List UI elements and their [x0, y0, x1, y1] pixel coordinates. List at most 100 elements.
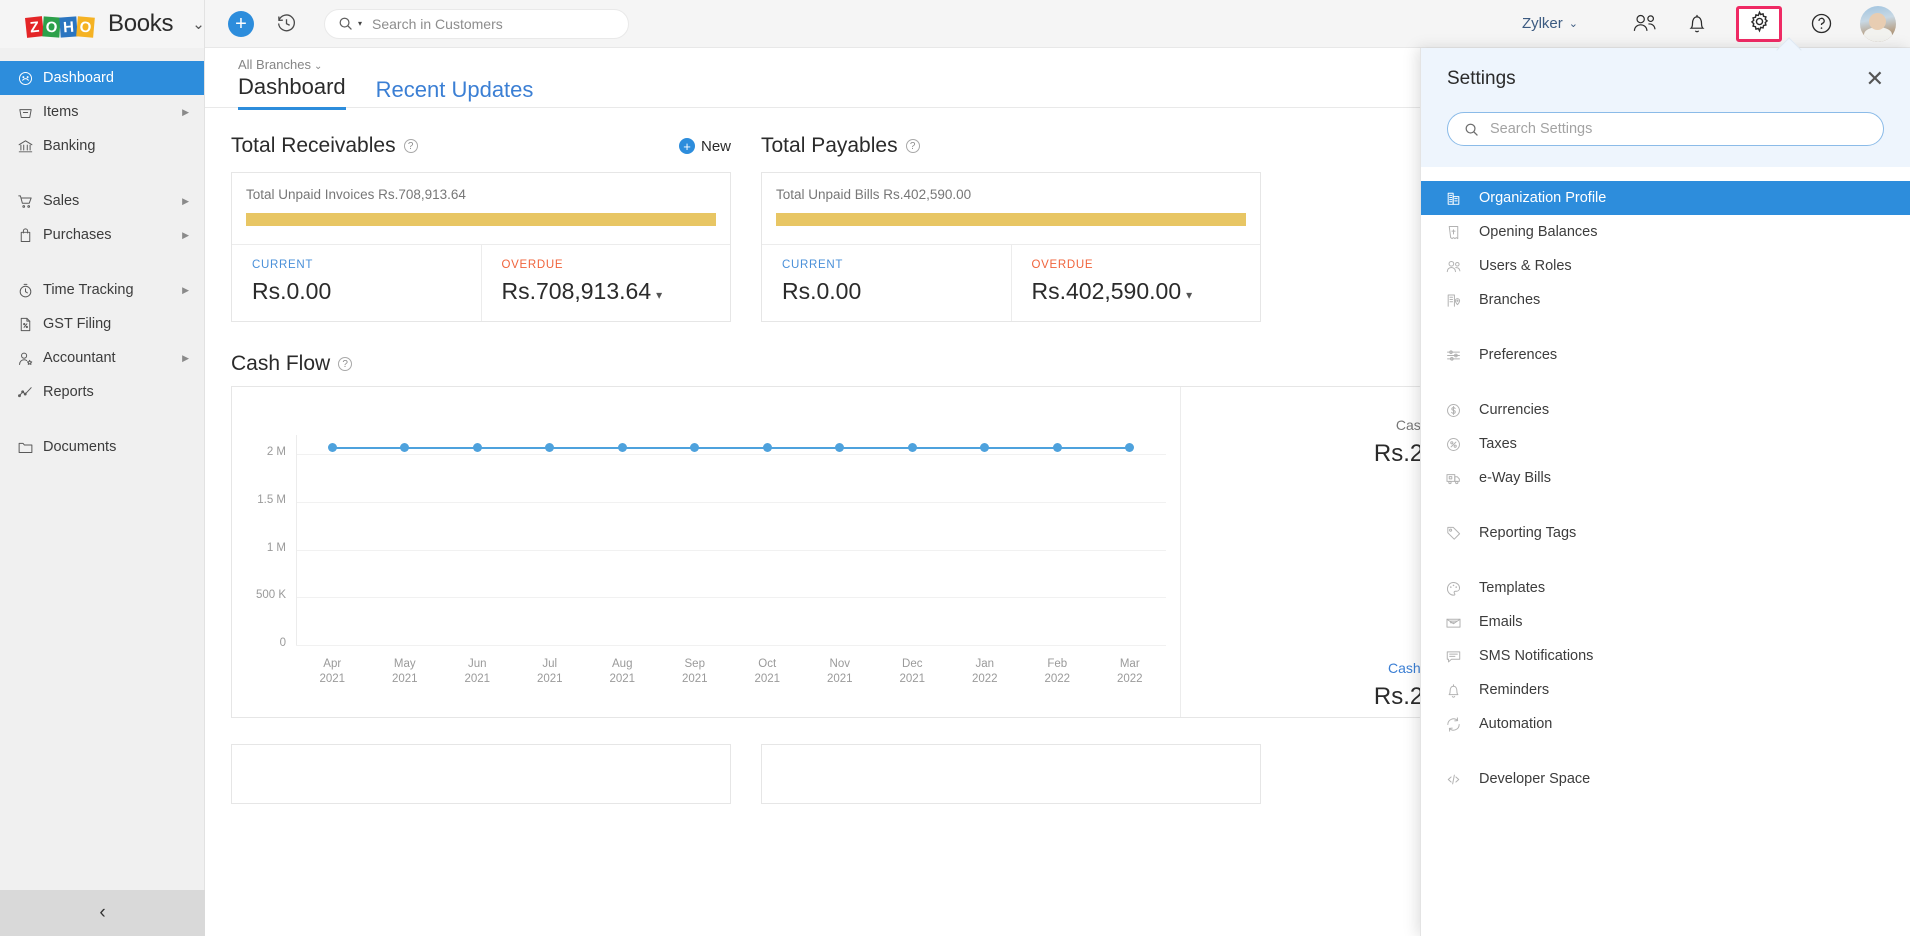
chart-data-point[interactable]: [545, 443, 554, 452]
items-icon: [17, 103, 43, 121]
settings-gear-button[interactable]: [1736, 6, 1782, 42]
settings-item-automation[interactable]: Automation: [1421, 707, 1910, 741]
chart-x-tick-month: Sep: [671, 657, 719, 672]
reporting-tags-icon: [1445, 525, 1479, 542]
help-tooltip-icon[interactable]: ?: [906, 139, 920, 153]
chart-x-tick-label: Sep2021: [671, 657, 719, 687]
chart-gridline: [296, 502, 1166, 503]
help-tooltip-icon[interactable]: ?: [404, 139, 418, 153]
new-invoice-button[interactable]: + New: [679, 138, 731, 155]
chart-line-segment: [1057, 447, 1130, 449]
settings-item-reminders[interactable]: Reminders: [1421, 673, 1910, 707]
chart-line-segment: [332, 447, 405, 449]
chart-x-tick-label: Dec2021: [888, 657, 936, 687]
settings-item-templates[interactable]: Templates: [1421, 571, 1910, 605]
settings-group-separator: [1421, 372, 1910, 393]
automation-icon: [1445, 716, 1479, 733]
search-input[interactable]: Search in Customers: [372, 16, 503, 32]
chart-data-point[interactable]: [980, 443, 989, 452]
settings-search-box[interactable]: Search Settings: [1447, 112, 1884, 146]
tab-dashboard[interactable]: Dashboard: [238, 74, 346, 110]
chart-data-point[interactable]: [328, 443, 337, 452]
chart-data-point[interactable]: [908, 443, 917, 452]
settings-item-label: Reporting Tags: [1479, 525, 1576, 541]
organization-switcher[interactable]: Zylker: [1522, 15, 1563, 32]
overdue-label: OVERDUE: [1032, 259, 1261, 271]
brand-logo[interactable]: Z O H O Books ⌄: [0, 0, 204, 48]
settings-search-input[interactable]: Search Settings: [1490, 121, 1592, 137]
settings-item-users-roles[interactable]: Users & Roles: [1421, 249, 1910, 283]
chart-data-point[interactable]: [835, 443, 844, 452]
sidebar-item-sales[interactable]: Sales▶: [0, 184, 204, 218]
current-label: CURRENT: [782, 259, 1011, 271]
settings-item-sms-notifications[interactable]: SMS Notifications: [1421, 639, 1910, 673]
tab-recent-updates[interactable]: Recent Updates: [376, 77, 534, 110]
chart-data-point[interactable]: [473, 443, 482, 452]
chevron-down-icon[interactable]: ⌄: [1569, 17, 1578, 30]
settings-item-currencies[interactable]: Currencies: [1421, 393, 1910, 427]
user-avatar[interactable]: [1860, 6, 1896, 42]
chart-x-tick-month: Oct: [743, 657, 791, 672]
help-tooltip-icon[interactable]: ?: [338, 357, 352, 371]
settings-item-preferences[interactable]: Preferences: [1421, 338, 1910, 372]
chevron-down-icon[interactable]: ⌄: [192, 15, 205, 33]
close-icon[interactable]: ✕: [1866, 68, 1884, 90]
settings-item-e-way-bills[interactable]: e-Way Bills: [1421, 461, 1910, 495]
global-search-box[interactable]: ▾ Search in Customers: [324, 9, 629, 39]
help-icon[interactable]: [1810, 12, 1833, 35]
settings-item-developer-space[interactable]: Developer Space: [1421, 762, 1910, 796]
chart-gridline: [296, 645, 1166, 646]
overdue-value-row[interactable]: Rs.402,590.00▾: [1032, 278, 1261, 305]
chart-line-segment: [985, 447, 1058, 449]
sidebar-item-accountant[interactable]: Accountant▶: [0, 341, 204, 375]
chart-data-point[interactable]: [400, 443, 409, 452]
cash-flow-header: Cash Flow ? This: [231, 352, 1521, 376]
chart-x-tick-year: 2021: [743, 672, 791, 687]
overdue-value-row[interactable]: Rs.708,913.64▾: [502, 278, 731, 305]
settings-item-branches[interactable]: Branches: [1421, 283, 1910, 317]
chart-data-point[interactable]: [690, 443, 699, 452]
sidebar-item-label: Time Tracking: [43, 282, 182, 298]
chart-line-segment: [840, 447, 913, 449]
taxes-icon: [1445, 436, 1479, 453]
settings-item-reporting-tags[interactable]: Reporting Tags: [1421, 516, 1910, 550]
users-icon[interactable]: [1632, 13, 1658, 34]
chart-data-point[interactable]: [763, 443, 772, 452]
settings-item-emails[interactable]: Emails: [1421, 605, 1910, 639]
search-scope-caret-icon[interactable]: ▾: [358, 19, 362, 28]
chart-x-tick-year: 2021: [381, 672, 429, 687]
sidebar-collapse-button[interactable]: ‹: [0, 890, 205, 936]
settings-item-taxes[interactable]: Taxes: [1421, 427, 1910, 461]
sidebar-item-dashboard[interactable]: Dashboard: [0, 61, 204, 95]
search-icon: [338, 16, 353, 31]
zoho-letter-z: Z: [25, 16, 44, 38]
sidebar-item-reports[interactable]: Reports: [0, 375, 204, 409]
chart-data-point[interactable]: [618, 443, 627, 452]
emails-icon: [1445, 614, 1479, 631]
payables-stat-card: Total Unpaid Bills Rs.402,590.00 CURRENT…: [761, 172, 1261, 322]
sidebar-item-documents[interactable]: Documents: [0, 430, 204, 464]
chevron-right-icon: ▶: [182, 285, 189, 296]
sidebar-item-purchases[interactable]: Purchases▶: [0, 218, 204, 252]
developer-space-icon: [1445, 771, 1479, 788]
sidebar-item-time-tracking[interactable]: Time Tracking▶: [0, 273, 204, 307]
settings-item-organization-profile[interactable]: Organization Profile: [1421, 181, 1910, 215]
settings-item-label: Preferences: [1479, 347, 1557, 363]
chart-x-tick-label: Jul2021: [526, 657, 574, 687]
chart-x-tick-year: 2021: [453, 672, 501, 687]
banking-icon: [17, 137, 43, 155]
settings-item-opening-balances[interactable]: Opening Balances: [1421, 215, 1910, 249]
bell-icon[interactable]: [1686, 12, 1708, 35]
history-clock-icon[interactable]: [276, 13, 297, 34]
settings-item-label: Organization Profile: [1479, 190, 1606, 206]
chart-x-tick-label: Aug2021: [598, 657, 646, 687]
chart-data-point[interactable]: [1125, 443, 1134, 452]
settings-item-label: Developer Space: [1479, 771, 1590, 787]
chart-x-tick-year: 2021: [671, 672, 719, 687]
quick-create-button[interactable]: +: [228, 11, 254, 37]
chart-data-point[interactable]: [1053, 443, 1062, 452]
sidebar-item-banking[interactable]: Banking: [0, 129, 204, 163]
sidebar-item-items[interactable]: Items▶: [0, 95, 204, 129]
sidebar-item-gst-filing[interactable]: GST Filing: [0, 307, 204, 341]
payables-top: Total Unpaid Bills Rs.402,590.00: [762, 173, 1260, 244]
